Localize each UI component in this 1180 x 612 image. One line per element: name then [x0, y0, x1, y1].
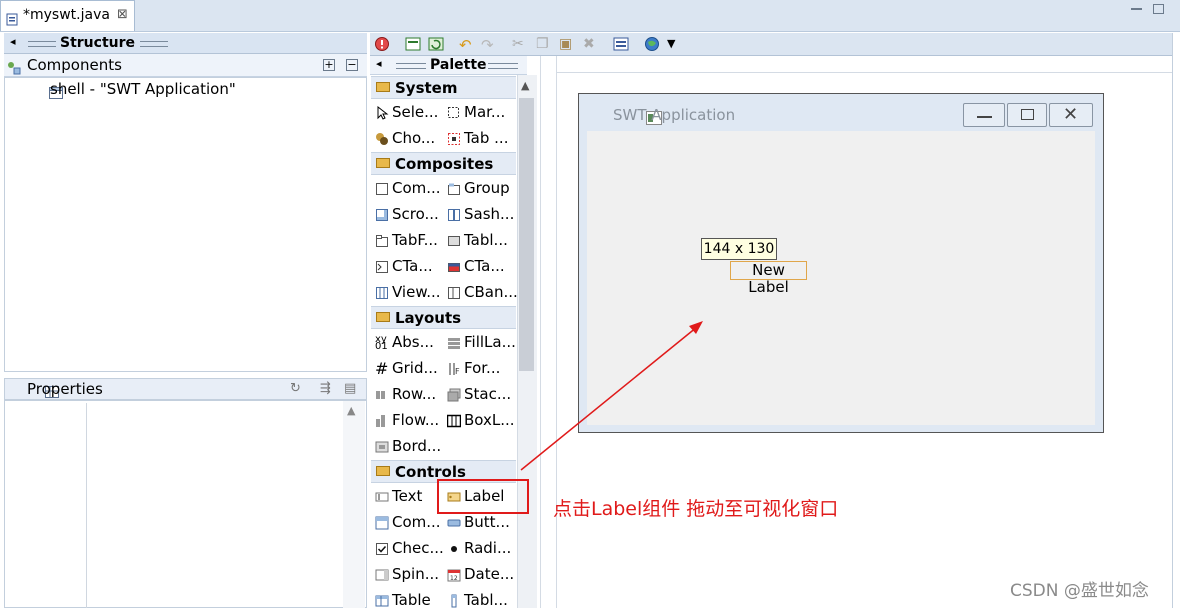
- watermark: CSDN @盛世如念: [1010, 581, 1149, 601]
- annotation-highlight-box: [437, 479, 529, 514]
- annotation-text: 点击Label组件 拖动至可视化窗口: [553, 498, 839, 520]
